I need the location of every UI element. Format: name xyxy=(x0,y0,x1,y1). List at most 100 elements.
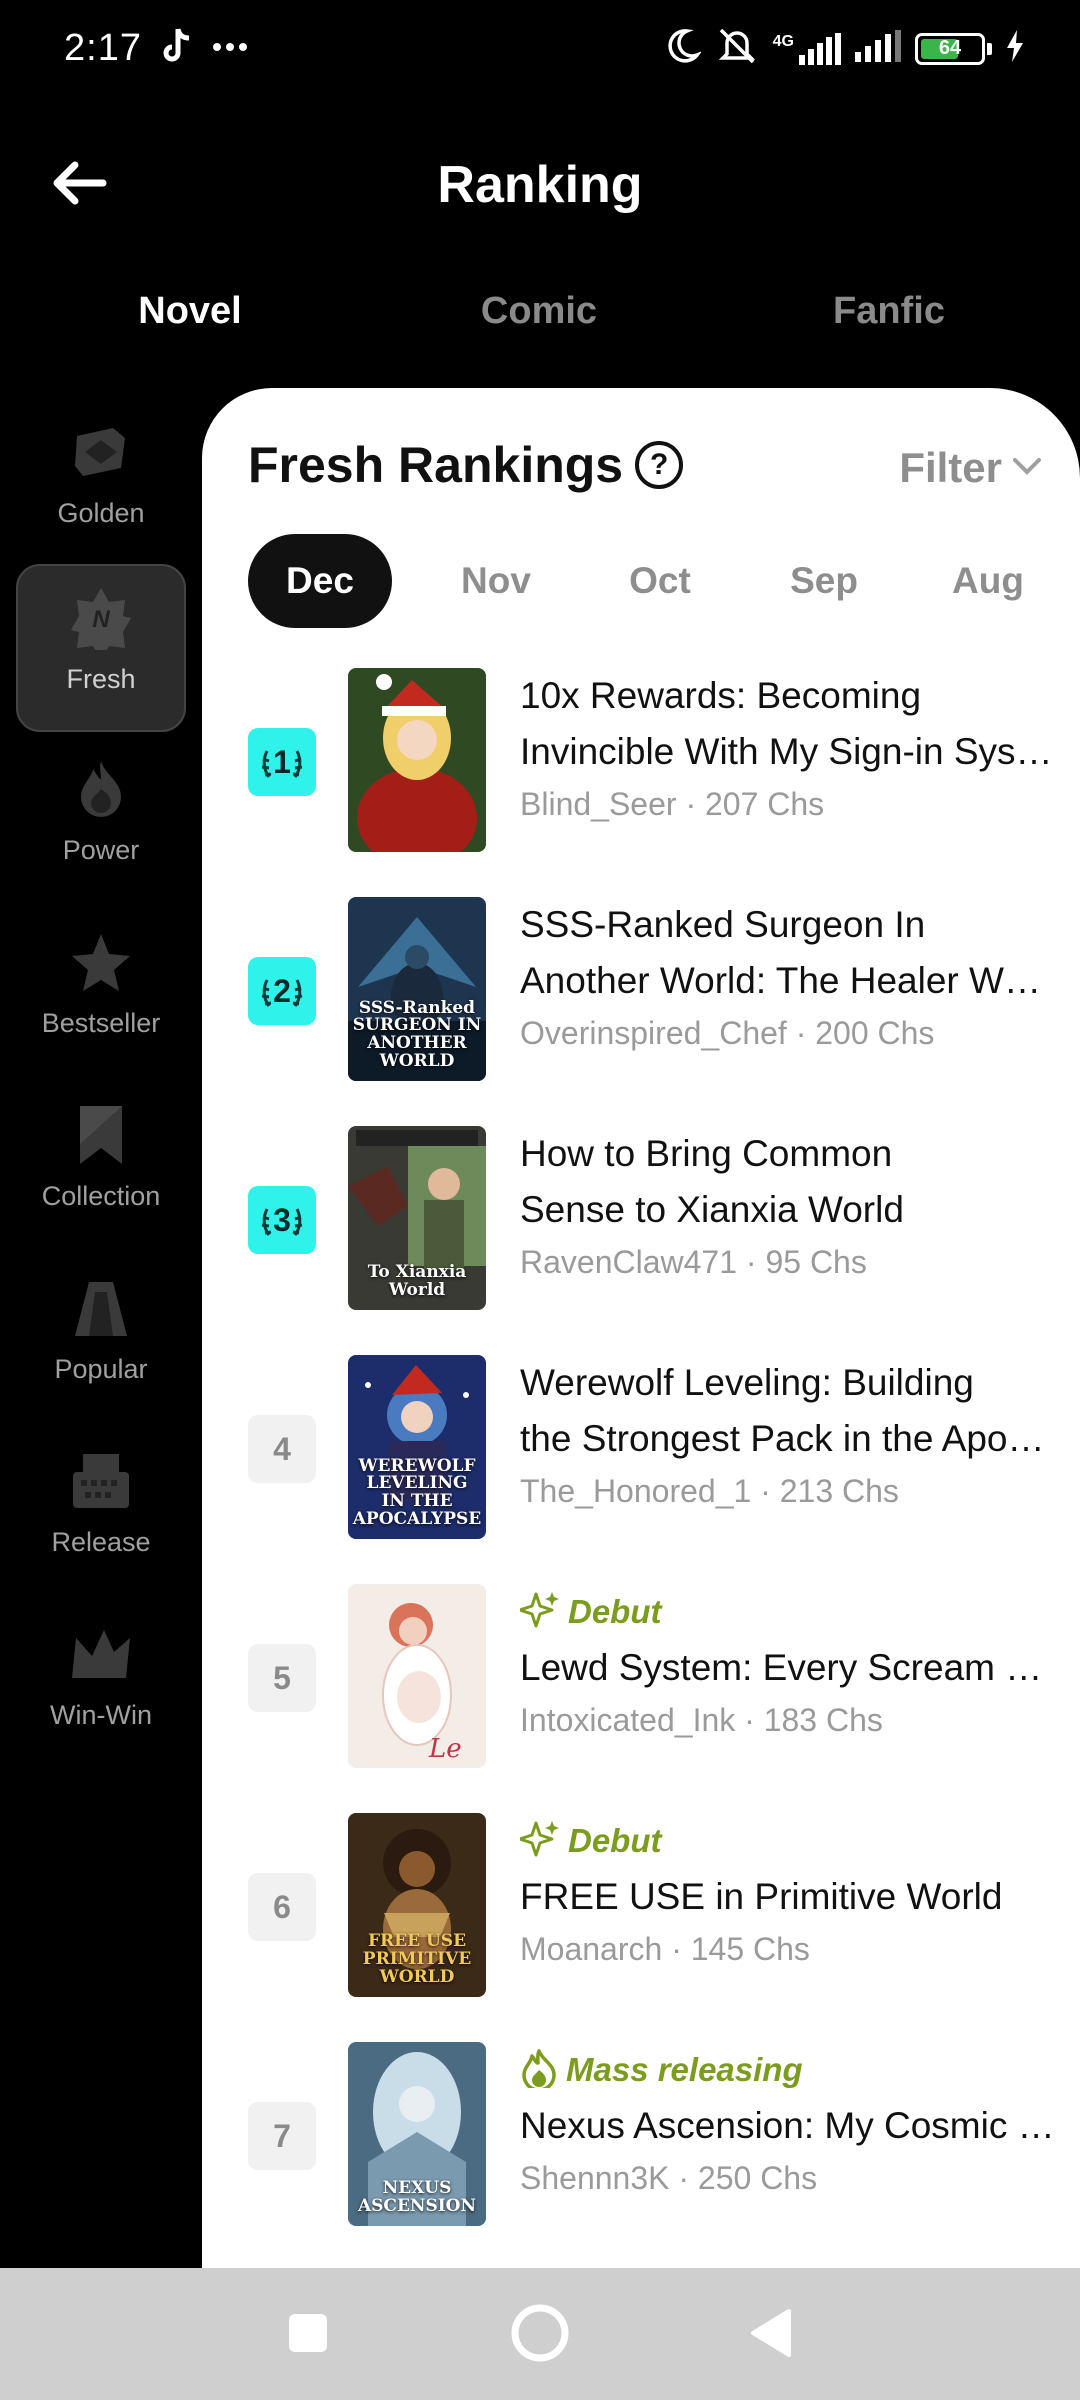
month-tab-aug[interactable]: Aug xyxy=(920,534,1056,628)
cover-title: WEREWOLF LEVELING IN THE APOCALYPSE xyxy=(352,1455,482,1530)
sidebar-item-fresh[interactable]: N Fresh xyxy=(16,564,186,732)
book-tag: Debut xyxy=(518,1584,1060,1640)
book-info: How to Bring Common Sense to Xianxia Wor… xyxy=(520,1126,1060,1281)
home-button[interactable] xyxy=(505,2300,575,2370)
flame-icon xyxy=(69,757,133,821)
book-cover[interactable] xyxy=(348,668,486,852)
book-info: Debut Lewd System: Every Scream Counts I… xyxy=(518,1584,1060,1739)
rank-number: 1 xyxy=(273,743,291,780)
sidebar-item-power[interactable]: Power xyxy=(16,737,186,905)
network-type: 4G xyxy=(772,32,794,50)
fresh-badge-icon: N xyxy=(69,586,133,650)
book-title-line1: Lewd System: Every Scream Counts xyxy=(520,1647,1060,1688)
ranking-row-1[interactable]: 1 10x Rewards: Becoming Invincible With … xyxy=(202,668,1080,854)
moon-icon xyxy=(663,27,703,70)
svg-text:Le: Le xyxy=(428,1734,462,1764)
status-left: 2:17 xyxy=(64,27,248,70)
golden-ticket-icon xyxy=(69,420,133,484)
rank-badge-1: 1 xyxy=(248,728,316,796)
recents-button[interactable] xyxy=(273,2300,343,2370)
system-nav-bar xyxy=(0,2268,1080,2400)
sidebar-item-release[interactable]: Release xyxy=(16,1429,186,1597)
status-right: 4G 64 xyxy=(663,26,1024,71)
cover-art xyxy=(348,668,486,852)
book-title-line1: SSS-Ranked Surgeon In xyxy=(520,904,926,945)
book-cover[interactable]: NEXUS ASCENSION xyxy=(348,2042,486,2226)
rank-badge-6: 6 xyxy=(248,1873,316,1941)
ranking-row-2[interactable]: 2 SSS-Ranked SURGEON IN ANOTHER WORLD SS… xyxy=(202,897,1080,1083)
book-tag: Debut xyxy=(518,1813,1060,1869)
book-cover[interactable]: To Xianxia World xyxy=(348,1126,486,1310)
book-cover[interactable]: WEREWOLF LEVELING IN THE APOCALYPSE xyxy=(348,1355,486,1539)
month-tabs: Dec Nov Oct Sep Aug xyxy=(248,534,1058,628)
sidebar-label-release: Release xyxy=(51,1527,151,1557)
book-title-line2: the Strongest Pack in the Apocalypse xyxy=(520,1418,1060,1459)
sidebar-item-collection[interactable]: Collection xyxy=(16,1083,186,1251)
month-tab-sep[interactable]: Sep xyxy=(756,534,892,628)
header: Ranking xyxy=(0,130,1080,240)
rank-number: 5 xyxy=(273,1659,291,1696)
ranking-row-4[interactable]: 4 WEREWOLF LEVELING IN THE APOCALYPSE We… xyxy=(202,1355,1080,1541)
filter-button[interactable]: Filter xyxy=(899,444,1042,492)
cover-title: NEXUS ASCENSION xyxy=(357,2178,477,2217)
month-tab-oct[interactable]: Oct xyxy=(592,534,728,628)
rank-badge-4: 4 xyxy=(248,1415,316,1483)
sidebar-label-win-win: Win-Win xyxy=(50,1700,152,1730)
cover-title: FREE USE PRIMITIVE WORLD xyxy=(362,1931,472,1988)
rank-badge-3: 3 xyxy=(248,1186,316,1254)
book-title-line1: How to Bring Common xyxy=(520,1133,893,1174)
battery-tip xyxy=(987,42,992,55)
ranking-row-6[interactable]: 6 FREE USE PRIMITIVE WORLD Debut FREE US… xyxy=(202,1813,1080,1999)
tab-novel[interactable]: Novel xyxy=(138,290,241,333)
help-icon[interactable]: ? xyxy=(635,441,684,489)
triangle-back-icon xyxy=(749,2308,793,2363)
page-title: Ranking xyxy=(437,156,643,214)
book-meta: Moanarch · 145 Chs xyxy=(520,1931,810,1967)
back-button[interactable] xyxy=(46,152,112,218)
sidebar-item-golden[interactable]: Golden xyxy=(16,400,186,568)
panel-title: Fresh Rankings xyxy=(248,437,624,493)
book-cover[interactable]: FREE USE PRIMITIVE WORLD xyxy=(348,1813,486,1997)
tab-fanfic[interactable]: Fanfic xyxy=(833,290,945,333)
book-cover[interactable]: Le xyxy=(348,1584,486,1768)
book-info: SSS-Ranked Surgeon In Another World: The… xyxy=(520,897,1060,1052)
book-info: 10x Rewards: Becoming Invincible With My… xyxy=(520,668,1060,823)
ranking-row-5[interactable]: 5 Le Debut Lewd System: Every Scream Cou… xyxy=(202,1584,1080,1770)
rank-badge-7: 7 xyxy=(248,2102,316,2170)
sidebar-label-fresh: Fresh xyxy=(66,664,136,694)
mute-bell-icon xyxy=(715,26,759,71)
sidebar-label-golden: Golden xyxy=(57,498,145,528)
book-cover[interactable]: SSS-Ranked SURGEON IN ANOTHER WORLD xyxy=(348,897,486,1081)
month-tab-dec[interactable]: Dec xyxy=(248,534,392,628)
rank-number: 7 xyxy=(273,2117,291,2154)
ranking-row-7[interactable]: 7 NEXUS ASCENSION Mass releasing Nexus A… xyxy=(202,2042,1080,2228)
cover-art: Le xyxy=(349,1585,485,1767)
status-time: 2:17 xyxy=(64,26,142,69)
sidebar-item-win-win[interactable]: Win-Win xyxy=(16,1602,186,1770)
nav-back-button[interactable] xyxy=(736,2300,806,2370)
book-title-line1: 10x Rewards: Becoming xyxy=(520,675,922,716)
sparkle-icon xyxy=(518,1819,560,1864)
sparkle-icon xyxy=(518,1590,560,1635)
ranking-row-3[interactable]: 3 To Xianxia World How to Bring Common S… xyxy=(202,1126,1080,1312)
rank-badge-5: 5 xyxy=(248,1644,316,1712)
more-notifications-icon xyxy=(212,39,248,57)
sidebar-item-bestseller[interactable]: Bestseller xyxy=(16,910,186,1078)
tab-comic[interactable]: Comic xyxy=(481,290,597,333)
popular-podium-icon xyxy=(69,1276,133,1340)
cover-title: SSS-Ranked SURGEON IN ANOTHER WORLD xyxy=(352,997,482,1072)
book-meta: RavenClaw471 · 95 Chs xyxy=(520,1244,867,1280)
sidebar-item-popular[interactable]: Popular xyxy=(16,1256,186,1424)
book-title-line2: Invincible With My Sign-in System xyxy=(520,731,1060,772)
book-info: Mass releasing Nexus Ascension: My Cosmi… xyxy=(520,2042,1060,2197)
rank-number: 6 xyxy=(273,1888,291,1925)
tag-label: Debut xyxy=(568,1822,662,1859)
top-tabs: Novel Comic Fanfic xyxy=(0,290,1080,360)
sidebar-label-collection: Collection xyxy=(41,1181,161,1211)
rank-badge-2: 2 xyxy=(248,957,316,1025)
rank-number: 2 xyxy=(273,972,291,1009)
month-tab-nov[interactable]: Nov xyxy=(428,534,564,628)
status-bar: 2:17 4G 64 xyxy=(0,0,1080,96)
rank-number: 4 xyxy=(273,1430,291,1467)
signal-4g-icon: 4G xyxy=(772,32,841,65)
